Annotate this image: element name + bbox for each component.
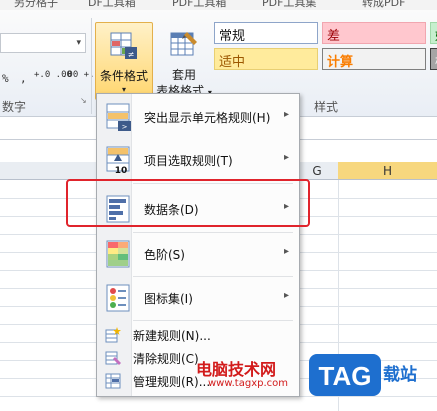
cell-style-good[interactable]: 好	[430, 22, 437, 44]
top-bottom-rules-icon: 10	[106, 146, 130, 175]
ribbon-tab[interactable]: PDF工具集	[262, 0, 316, 10]
new-rule-icon	[105, 327, 121, 343]
submenu-arrow-icon: ▸	[283, 109, 289, 120]
svg-text:>: >	[122, 123, 128, 131]
svg-text:10: 10	[115, 166, 128, 175]
clear-rules-icon	[105, 351, 121, 365]
menu-separator	[133, 320, 293, 321]
watermark-title: 电脑技术网	[196, 360, 277, 379]
menu-item-label: 图标集(I)	[144, 292, 193, 306]
menu-item-new-rule[interactable]: 新建规则(N)...	[97, 324, 299, 346]
cell-style-bad[interactable]: 差	[322, 22, 426, 44]
submenu-arrow-icon: ▸	[283, 246, 289, 257]
menu-item-label: 项目选取规则(T)	[144, 154, 233, 168]
styles-group-label: 样式	[314, 100, 339, 114]
highlight-cells-rules-icon: >	[106, 103, 131, 131]
menu-item-label: 清除规则(C)	[133, 352, 199, 366]
dialog-launcher-icon[interactable]: ↘	[80, 96, 87, 105]
menu-item-label: 突出显示单元格规则(H)	[144, 111, 271, 125]
color-scales-icon	[106, 240, 130, 268]
conditional-formatting-label: 条件格式	[99, 69, 148, 83]
chevron-down-icon: ▾	[76, 38, 81, 48]
watermark-tag-text: TAG	[319, 361, 372, 391]
menu-separator	[133, 232, 293, 233]
column-header-g[interactable]: G	[296, 162, 338, 180]
icon-sets-icon	[106, 284, 130, 312]
menu-item-top-bottom-rules[interactable]: 10 项目选取规则(T) ▸	[97, 141, 299, 179]
format-as-table-icon	[170, 32, 197, 56]
ribbon-tab[interactable]: DF工具箱	[88, 0, 136, 10]
watermark-url: www.tagxp.com	[208, 378, 288, 389]
submenu-arrow-icon: ▸	[283, 152, 289, 163]
manage-rules-icon	[105, 373, 121, 389]
menu-item-label: 色阶(S)	[144, 248, 185, 262]
svg-text:≠: ≠	[128, 50, 135, 59]
watermark-site: 载站	[383, 365, 417, 385]
number-group-label: 数字	[2, 100, 27, 114]
menu-item-color-scales[interactable]: 色阶(S) ▸	[97, 235, 299, 273]
cell-style-neutral[interactable]: 适中	[214, 48, 318, 70]
menu-item-highlight-cells-rules[interactable]: > 突出显示单元格规则(H) ▸	[97, 98, 299, 136]
conditional-formatting-menu: > 突出显示单元格规则(H) ▸ 10 项目选取规则(T) ▸ 数据条(D) ▸	[96, 93, 300, 397]
cell-style-normal[interactable]: 常规	[214, 22, 318, 44]
watermark-tag-logo: TAG	[309, 354, 381, 396]
submenu-arrow-icon: ▸	[283, 290, 289, 301]
number-format-dropdown[interactable]: ▾	[0, 33, 86, 53]
menu-item-label: 新建规则(N)...	[133, 329, 211, 343]
conditional-formatting-button[interactable]: ≠ 条件格式 ▾	[95, 22, 153, 100]
ribbon-tab[interactable]: PDF工具箱	[172, 0, 226, 10]
ribbon-tab[interactable]: 转成PDF	[362, 0, 405, 10]
ribbon-tab[interactable]: 另分格子	[14, 0, 58, 10]
format-as-table-label: 套用	[171, 68, 196, 82]
format-as-table-button[interactable]: 套用 表格格式 ▾	[156, 22, 212, 100]
comma-style-button[interactable]: ,	[20, 72, 27, 85]
percent-style-button[interactable]: %	[2, 72, 9, 85]
cell-style-check[interactable]: 检	[430, 48, 437, 70]
menu-separator	[133, 276, 293, 277]
cell-style-calculation[interactable]: 计算	[322, 48, 426, 70]
menu-item-icon-sets[interactable]: 图标集(I) ▸	[97, 279, 299, 317]
annotation-highlight-box	[66, 179, 310, 227]
conditional-formatting-icon: ≠	[110, 32, 137, 59]
column-header-h[interactable]: H	[338, 162, 437, 180]
group-separator	[91, 18, 92, 114]
